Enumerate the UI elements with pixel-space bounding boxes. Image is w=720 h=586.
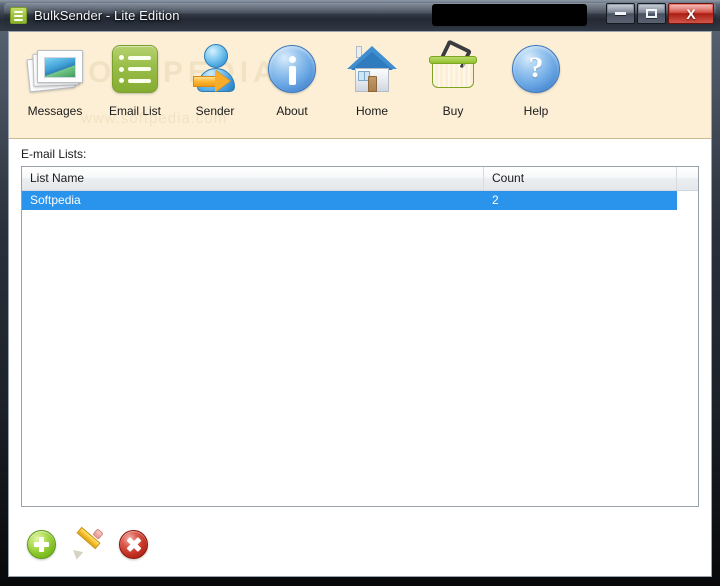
client-area: SOFTPEDIA www.softpedia.com Messages Ema… <box>8 31 712 577</box>
main-toolbar: SOFTPEDIA www.softpedia.com Messages Ema… <box>9 32 711 139</box>
add-list-button[interactable] <box>27 530 59 562</box>
email-lists-listview[interactable]: List Name Count Softpedia 2 <box>21 166 699 507</box>
column-header-count[interactable]: Count <box>484 167 677 190</box>
cell-extra <box>677 191 698 210</box>
maximize-icon <box>646 9 657 18</box>
column-header-list-name[interactable]: List Name <box>22 167 484 190</box>
minimize-button[interactable] <box>606 3 635 24</box>
content-panel: E-mail Lists: List Name Count Softpedia … <box>9 139 711 576</box>
delete-list-button[interactable] <box>119 530 151 562</box>
column-header-extra[interactable] <box>677 167 698 190</box>
pencil-icon <box>69 526 104 560</box>
window-title: BulkSender - Lite Edition <box>34 8 180 23</box>
email-lists-label: E-mail Lists: <box>21 147 87 161</box>
toolbar-button-help[interactable]: ? Help <box>498 40 574 134</box>
toolbar-label-buy: Buy <box>442 104 464 118</box>
window-controls: X <box>606 3 714 24</box>
shopping-basket-icon <box>424 39 482 98</box>
plus-circle-icon <box>27 530 56 559</box>
close-button[interactable]: X <box>668 3 714 24</box>
maximize-button[interactable] <box>637 3 666 24</box>
list-icon <box>10 7 27 24</box>
toolbar-label-home: Home <box>355 104 388 118</box>
redacted-title-region <box>432 4 587 26</box>
edit-list-button[interactable] <box>69 526 105 562</box>
toolbar-button-about[interactable]: About <box>254 40 330 134</box>
toolbar-label-sender: Sender <box>195 104 235 118</box>
user-arrow-icon <box>186 40 244 98</box>
cell-count: 2 <box>492 193 499 207</box>
toolbar-label-messages: Messages <box>27 104 83 118</box>
toolbar-button-buy[interactable]: Buy <box>415 39 491 134</box>
list-icon <box>106 40 164 98</box>
question-circle-icon: ? <box>507 40 565 98</box>
title-bar[interactable]: BulkSender - Lite Edition X <box>0 0 720 31</box>
minimize-icon <box>615 12 626 15</box>
toolbar-button-home[interactable]: Home <box>334 40 410 134</box>
house-icon <box>343 40 401 98</box>
toolbar-button-messages[interactable]: Messages <box>17 40 93 134</box>
toolbar-button-sender[interactable]: Sender <box>177 40 253 134</box>
listview-header: List Name Count <box>22 167 698 191</box>
cell-list-name: Softpedia <box>30 193 81 207</box>
envelopes-icon <box>26 40 84 98</box>
toolbar-label-about: About <box>276 104 308 118</box>
toolbar-label-email-list: Email List <box>108 104 161 118</box>
info-circle-icon <box>263 40 321 98</box>
toolbar-button-email-list[interactable]: Email List <box>97 40 173 134</box>
table-row[interactable]: Softpedia 2 <box>22 191 698 210</box>
application-window: BulkSender - Lite Edition X SOFTPEDIA ww… <box>0 0 720 586</box>
delete-circle-icon <box>119 530 148 559</box>
listview-body: Softpedia 2 <box>22 191 698 210</box>
action-button-bar <box>27 526 151 562</box>
close-icon: X <box>686 5 696 22</box>
toolbar-label-help: Help <box>523 104 549 118</box>
window-frame: BulkSender - Lite Edition X SOFTPEDIA ww… <box>0 0 720 586</box>
